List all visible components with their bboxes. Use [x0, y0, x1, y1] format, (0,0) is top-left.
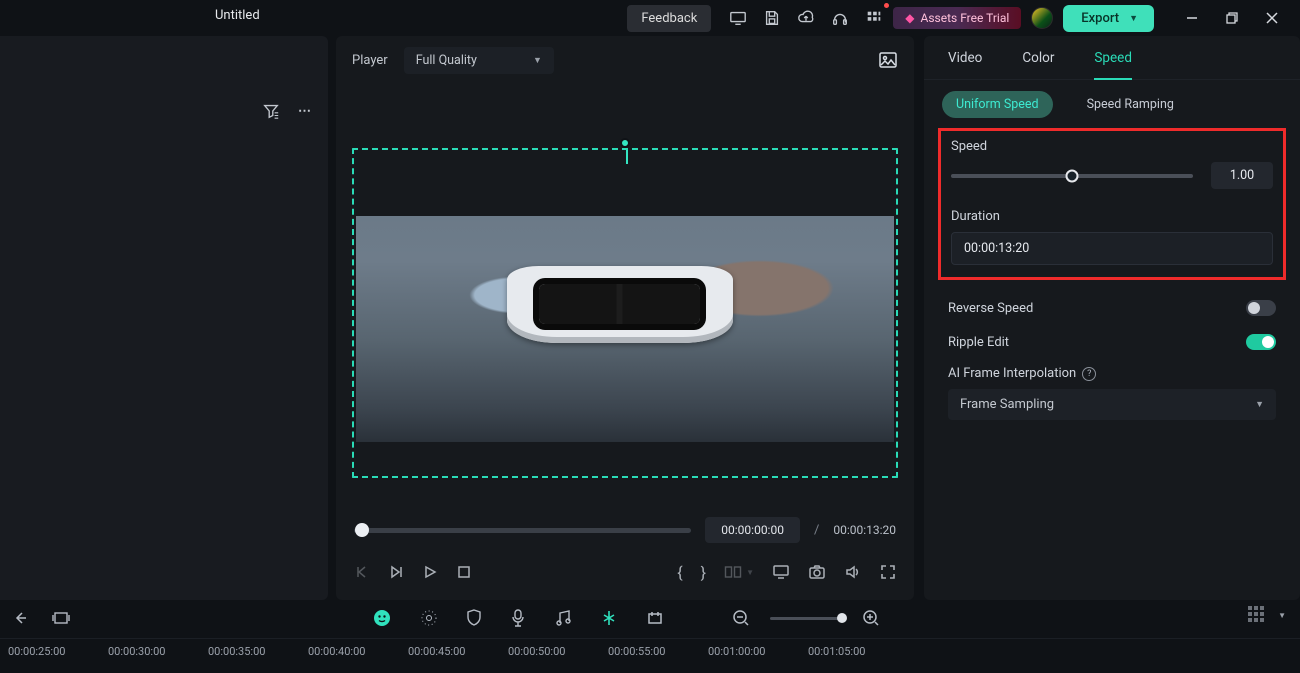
window-close-button[interactable] [1252, 12, 1292, 24]
diamond-icon: ◆ [905, 11, 914, 25]
filter-icon[interactable] [262, 102, 280, 120]
window-maximize-button[interactable] [1212, 12, 1252, 24]
progress-slider[interactable] [354, 528, 691, 533]
view-grid-icon[interactable] [1248, 606, 1266, 624]
zoom-in-button[interactable] [862, 609, 880, 627]
speed-label: Speed [951, 135, 1273, 162]
snapshot-icon[interactable] [878, 50, 898, 70]
ruler-timecode: 00:00:55:00 [608, 645, 665, 658]
mark-in-button[interactable]: { [677, 563, 682, 582]
time-separator: / [814, 523, 819, 538]
ruler-timecode: 00:00:45:00 [408, 645, 465, 658]
info-icon[interactable]: ? [1082, 367, 1096, 381]
chevron-down-icon: ▼ [1255, 399, 1264, 410]
assets-trial-button[interactable]: ◆ Assets Free Trial [893, 7, 1021, 29]
ruler-timecode: 00:00:25:00 [8, 645, 65, 658]
ruler-timecode: 00:00:50:00 [508, 645, 565, 658]
speed-slider[interactable] [951, 174, 1193, 178]
compare-button[interactable]: ▼ [724, 564, 754, 580]
more-options-icon[interactable] [298, 104, 312, 119]
prev-frame-button[interactable] [354, 564, 370, 580]
window-minimize-button[interactable] [1172, 12, 1212, 24]
transport-controls: { } ▼ [352, 550, 898, 594]
player-label: Player [352, 53, 388, 68]
screen-icon[interactable] [725, 5, 751, 31]
chevron-down-icon: ▼ [746, 568, 754, 577]
subtab-uniform-speed[interactable]: Uniform Speed [942, 91, 1053, 118]
inspector-panel: Video Color Speed Uniform Speed Speed Ra… [924, 36, 1300, 600]
speed-slider-thumb[interactable] [1066, 169, 1079, 182]
timeline-ruler[interactable]: 00:00:25:00 00:00:30:00 00:00:35:00 00:00:4… [0, 638, 1300, 673]
ripple-edit-toggle[interactable] [1246, 334, 1276, 350]
play-next-button[interactable] [388, 564, 404, 580]
ruler-timecode: 00:00:40:00 [308, 645, 365, 658]
reverse-speed-label: Reverse Speed [948, 301, 1033, 316]
zoom-out-button[interactable] [732, 609, 750, 627]
ai-interpolation-value: Frame Sampling [960, 397, 1054, 412]
display-output-button[interactable] [772, 564, 790, 580]
timeline-split-icon[interactable] [600, 609, 618, 627]
mark-out-button[interactable]: } [701, 563, 706, 582]
player-panel: Player Full Quality ▼ 00:00:00:00 / 00:0… [336, 36, 914, 600]
timeline-back-icon[interactable] [12, 609, 30, 627]
ruler-timecode: 00:00:30:00 [108, 645, 165, 658]
player-progress-row: 00:00:00:00 / 00:00:13:20 [352, 510, 898, 550]
speed-value-input[interactable]: 1.00 [1211, 162, 1273, 189]
assets-trial-label: Assets Free Trial [921, 11, 1010, 25]
timeline-shield-icon[interactable] [466, 609, 482, 627]
export-button[interactable]: Export ▼ [1063, 5, 1154, 32]
speed-settings-highlight: Speed 1.00 Duration 00:00:13:20 [938, 128, 1286, 280]
fullscreen-icon[interactable] [880, 564, 896, 580]
preview-selection-frame[interactable] [352, 148, 898, 478]
timeline-toolbar: ▼ [0, 598, 1300, 638]
preview-thumbnail [356, 216, 894, 442]
play-button[interactable] [422, 564, 438, 580]
ruler-timecode: 00:00:35:00 [208, 645, 265, 658]
ripple-edit-label: Ripple Edit [948, 335, 1009, 350]
zoom-thumb[interactable] [837, 613, 847, 623]
ruler-timecode: 00:01:05:00 [808, 645, 865, 658]
tab-color[interactable]: Color [1022, 50, 1054, 66]
playhead-handle[interactable] [620, 138, 630, 148]
media-panel [0, 36, 328, 600]
progress-thumb[interactable] [355, 523, 369, 537]
subtab-speed-ramping[interactable]: Speed Ramping [1073, 91, 1188, 118]
timeline-mic-icon[interactable] [510, 609, 526, 627]
duration-label: Duration [951, 205, 1273, 232]
quality-dropdown[interactable]: Full Quality ▼ [404, 47, 554, 74]
quality-value: Full Quality [416, 53, 477, 68]
total-time: 00:00:13:20 [833, 523, 896, 537]
volume-icon[interactable] [844, 564, 862, 580]
tab-video[interactable]: Video [948, 50, 982, 66]
save-icon[interactable] [759, 5, 785, 31]
headphones-icon[interactable] [827, 5, 853, 31]
ruler-timecode: 00:01:00:00 [708, 645, 765, 658]
export-label: Export [1081, 11, 1119, 26]
timeline-music-icon[interactable] [554, 609, 572, 627]
apps-grid-icon[interactable] [861, 5, 887, 31]
camera-icon[interactable] [808, 564, 826, 580]
ai-interpolation-dropdown[interactable]: Frame Sampling ▼ [948, 389, 1276, 420]
feedback-label: Feedback [641, 11, 697, 26]
project-title: Untitled [215, 8, 260, 23]
timeline-effects-icon[interactable] [420, 609, 438, 627]
zoom-slider[interactable] [770, 617, 842, 620]
cloud-icon[interactable] [793, 5, 819, 31]
chevron-down-icon: ▼ [533, 55, 542, 66]
timeline-clip-icon[interactable] [50, 611, 72, 625]
current-time[interactable]: 00:00:00:00 [705, 517, 800, 543]
duration-input[interactable]: 00:00:13:20 [951, 232, 1273, 265]
timeline-ai-icon[interactable] [372, 608, 392, 628]
chevron-down-icon[interactable]: ▼ [1278, 611, 1286, 620]
feedback-button[interactable]: Feedback [627, 5, 711, 32]
tab-speed[interactable]: Speed [1094, 50, 1132, 66]
notification-dot [884, 3, 889, 8]
title-bar: Untitled Feedback ◆ Assets Free Trial Ex… [0, 0, 1300, 36]
globe-icon[interactable] [1031, 7, 1053, 29]
preview-area[interactable] [352, 84, 898, 510]
chevron-down-icon: ▼ [1129, 13, 1138, 24]
stop-button[interactable] [456, 564, 472, 580]
ai-interpolation-label: AI Frame Interpolation [948, 366, 1076, 381]
reverse-speed-toggle[interactable] [1246, 300, 1276, 316]
